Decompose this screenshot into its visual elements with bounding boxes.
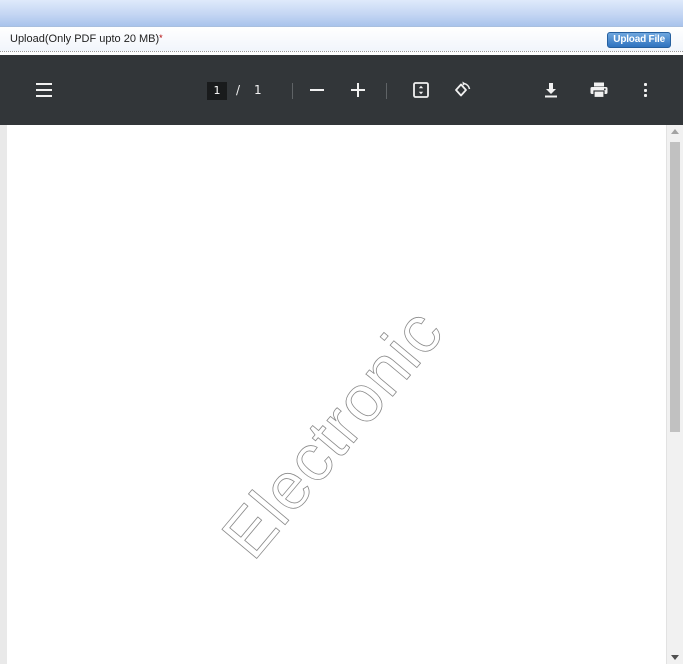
- pdf-page: Electronic: [0, 125, 666, 664]
- upload-label-text: Upload(Only PDF upto 20 MB): [10, 33, 160, 45]
- scroll-down-arrow-icon[interactable]: [671, 655, 679, 660]
- pdf-viewer: 1 / 1 Electronic: [0, 55, 683, 664]
- zoom-in-icon[interactable]: [351, 83, 365, 97]
- required-mark: *: [159, 33, 163, 43]
- pdf-toolbar: 1 / 1: [0, 55, 683, 125]
- app-frame: Upload(Only PDF upto 20 MB)* Upload File…: [0, 0, 683, 664]
- page-number-input[interactable]: 1: [207, 82, 227, 100]
- scrollbar[interactable]: [666, 125, 683, 664]
- watermark-text: Electronic: [207, 294, 457, 572]
- download-icon[interactable]: [544, 82, 558, 102]
- zoom-out-icon[interactable]: [310, 89, 324, 91]
- rotate-icon[interactable]: [452, 81, 472, 103]
- print-icon[interactable]: [590, 82, 608, 102]
- upload-label: Upload(Only PDF upto 20 MB)*: [10, 33, 163, 45]
- scrollbar-thumb[interactable]: [670, 142, 680, 432]
- scroll-up-arrow-icon[interactable]: [671, 129, 679, 134]
- more-options-icon[interactable]: [644, 83, 648, 97]
- upload-file-button[interactable]: Upload File: [607, 32, 671, 48]
- toolbar-divider: [292, 83, 293, 99]
- page-separator: /: [236, 83, 241, 97]
- fit-page-icon[interactable]: [413, 82, 429, 102]
- page-total: 1: [254, 83, 262, 97]
- menu-icon[interactable]: [36, 83, 52, 97]
- upload-row: Upload(Only PDF upto 20 MB)* Upload File: [0, 27, 683, 52]
- toolbar-divider: [386, 83, 387, 99]
- header-strip: [0, 0, 683, 27]
